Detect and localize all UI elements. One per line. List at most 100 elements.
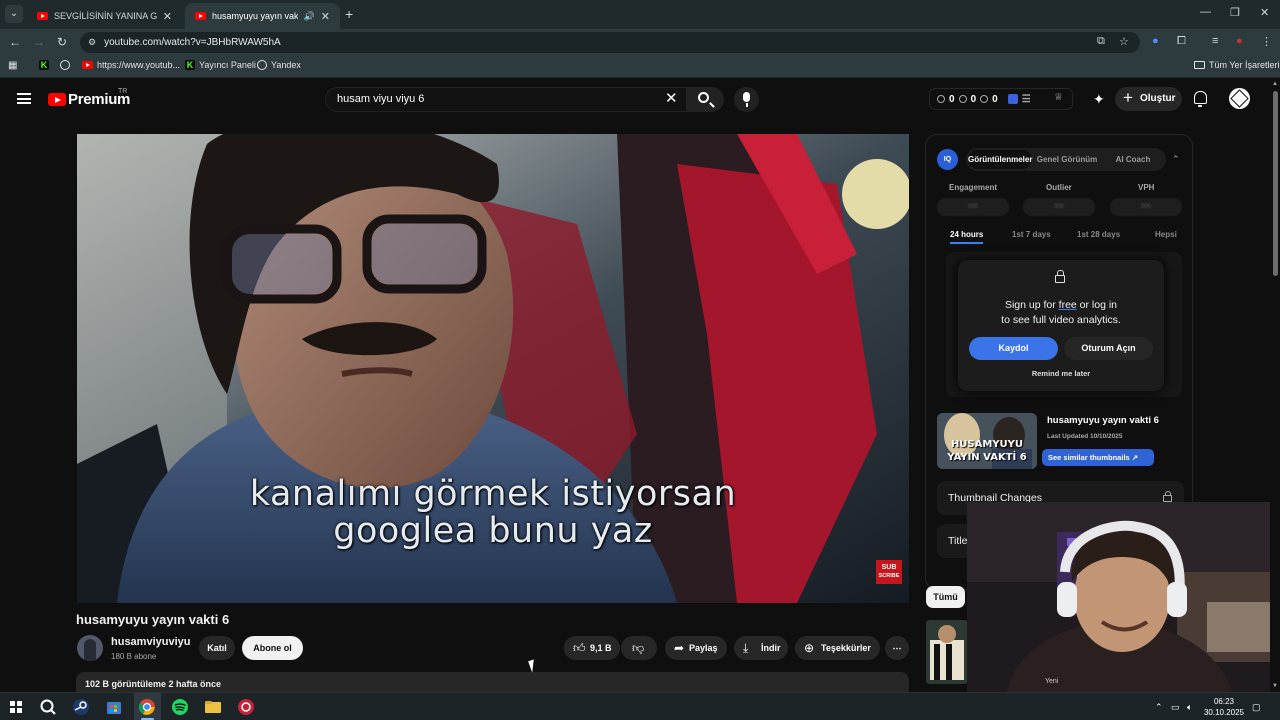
login-button[interactable]: Oturum Açın (1064, 337, 1153, 360)
youtube-logo-icon[interactable] (48, 93, 66, 106)
range-24-hours[interactable]: 24 hours (950, 230, 984, 244)
tab-ai-coach[interactable]: AI Coach (1102, 148, 1164, 171)
search-input[interactable]: husam viyu viyu 6 (325, 87, 687, 112)
video-player[interactable]: kanalımı görmek istiyorsan googlea bunu … (77, 134, 909, 603)
install-app-icon[interactable]: ⧉ (1097, 35, 1105, 48)
media-control-icon[interactable]: ≡ (1212, 35, 1218, 47)
voice-search-button[interactable] (734, 87, 759, 112)
minimize-icon[interactable]: — (1200, 6, 1211, 18)
video-title: husamyuyu yayın vakti 6 (76, 612, 230, 627)
url-bar[interactable]: ⚙ youtube.com/watch?v=JBHbRWAW5hA (80, 32, 1140, 53)
recommended-video-thumbnail[interactable] (926, 620, 968, 684)
extension-icon[interactable]: ● (1152, 35, 1159, 47)
clear-search-icon[interactable]: ✕ (665, 91, 678, 106)
tab-1[interactable]: SEVGİLİSİNİN YANINA GİDEN R ✕ (27, 3, 182, 29)
reload-icon[interactable]: ↻ (57, 35, 67, 49)
tab-close-icon[interactable]: ✕ (321, 10, 330, 23)
extensions-puzzle-icon[interactable]: ⧠ (1177, 35, 1186, 48)
range-7-days[interactable]: 1st 7 days (1012, 230, 1051, 239)
bookmark-yandex[interactable]: Yandex (257, 60, 301, 70)
all-bookmarks[interactable]: Tüm Yer İşaretleri (1194, 60, 1280, 70)
lock-icon (1055, 270, 1065, 283)
forward-icon[interactable]: → (33, 35, 45, 49)
metric-value-engagement: 000 (937, 198, 1009, 216)
restore-icon[interactable]: ❐ (1230, 6, 1240, 19)
share-button[interactable]: ➦ Paylaş (665, 636, 727, 660)
trophy-icon[interactable]: ♕ (1054, 92, 1063, 103)
tab-close-icon[interactable]: ✕ (163, 10, 172, 23)
bookmark-kick[interactable]: K (39, 60, 49, 70)
youtube-favicon-icon (37, 12, 48, 20)
thumbnail-text: HUSAMYUYU YAYIN VAKTİ 6 (947, 439, 1027, 463)
bookmark-youtube[interactable]: https://www.youtub... (82, 60, 180, 70)
account-avatar[interactable] (1229, 88, 1250, 109)
see-similar-thumbnails-button[interactable]: See similar thumbnails ↗ (1042, 449, 1154, 466)
tab-overview[interactable]: Genel Görünüm (1034, 148, 1100, 171)
scroll-down-icon[interactable]: ▼ (1272, 683, 1278, 689)
dislike-button[interactable]: 👎︎ (621, 636, 657, 660)
description-box[interactable]: 102 B görüntüleme 2 hafta önce (76, 672, 909, 692)
bookmark-globe[interactable] (60, 60, 70, 70)
spotify-icon[interactable] (171, 698, 189, 716)
scrollbar-thumb[interactable] (1273, 91, 1278, 276)
menu-dots-icon[interactable]: ⋮ (1261, 35, 1272, 48)
windows-start-icon[interactable] (10, 701, 22, 713)
create-button[interactable]: Oluştur (1115, 86, 1182, 111)
search-button[interactable] (686, 87, 724, 112)
notification-center-icon[interactable]: ▢ (1252, 702, 1261, 713)
steam-icon[interactable] (72, 698, 90, 716)
back-icon[interactable]: ← (9, 35, 21, 49)
chrome-icon[interactable] (138, 698, 156, 716)
range-all[interactable]: Hepsi (1155, 230, 1177, 239)
extension-badge-icon (1007, 94, 1018, 104)
apps-grid-icon[interactable]: ▦ (8, 60, 17, 71)
download-button[interactable]: ⤓ İndir (734, 636, 788, 660)
tab-title: SEVGİLİSİNİN YANINA GİDEN R (54, 11, 157, 21)
join-button[interactable]: Katıl (199, 636, 235, 660)
new-tab-icon[interactable]: + (345, 6, 353, 22)
sub-badge-line2: SCRIBE (878, 573, 900, 579)
more-actions-icon[interactable]: ⋯ (885, 636, 909, 660)
bookmark-yayinci-paneli[interactable]: K Yayıncı Paneli (185, 60, 256, 70)
webcam-overlay: Yeni (967, 502, 1280, 692)
bookmark-star-icon[interactable]: ☆ (1119, 35, 1129, 48)
url-text: youtube.com/watch?v=JBHbRWAW5hA (104, 37, 281, 48)
page-scrollbar[interactable]: ▲ ▼ (1270, 79, 1280, 692)
remind-later-link[interactable]: Remind me later (958, 369, 1164, 378)
thanks-button[interactable]: ⊕ Teşekkürler (795, 636, 880, 660)
bookmark-label: Yandex (271, 60, 301, 70)
tab-audio-icon[interactable]: 🔊 (304, 11, 315, 22)
tab-search-button[interactable]: ⌄ (5, 5, 23, 23)
app-icon[interactable] (237, 698, 255, 716)
network-icon[interactable]: ▭ (1171, 702, 1180, 713)
notifications-bell-icon[interactable] (1194, 91, 1207, 107)
like-button[interactable]: 👍︎ 9,1 B (564, 636, 620, 660)
channel-avatar[interactable] (77, 635, 103, 661)
tray-chevron-icon[interactable]: ⌃ (1155, 702, 1163, 713)
puzzle-icon[interactable]: ✦ (1093, 91, 1105, 108)
volume-icon[interactable]: 🔈︎ (1187, 702, 1192, 713)
range-28-days[interactable]: 1st 28 days (1077, 230, 1120, 239)
scroll-up-icon[interactable]: ▲ (1272, 81, 1278, 87)
collapse-chevron-icon[interactable]: ⌃ (1172, 154, 1180, 165)
channel-name[interactable]: husamviyuviyu (111, 636, 190, 648)
prompt-text: Sign up for (1004, 299, 1059, 311)
signup-button[interactable]: Kaydol (969, 337, 1058, 360)
video-thumbnail[interactable]: HUSAMYUYU YAYIN VAKTİ 6 (937, 413, 1037, 469)
subscribe-watermark[interactable]: SUB SCRIBE (876, 560, 902, 584)
store-icon[interactable] (105, 698, 123, 716)
chip-all[interactable]: Tümü (926, 586, 965, 608)
tab-views[interactable]: Görüntülenmeler (968, 150, 1032, 169)
menu-hamburger-icon[interactable] (17, 93, 31, 104)
search-icon[interactable] (39, 698, 57, 716)
extension-stats[interactable]: 0 0 0 ☰ (929, 88, 1073, 110)
close-window-icon[interactable]: ✕ (1260, 6, 1269, 19)
profile-icon[interactable]: ● (1236, 35, 1243, 47)
system-clock[interactable]: 06:23 30.10.2025 (1200, 696, 1248, 718)
subscribe-button[interactable]: Abone ol (242, 636, 303, 660)
mouse-cursor-icon (528, 659, 538, 673)
site-info-icon[interactable]: ⚙ (88, 37, 96, 48)
free-link[interactable]: free (1059, 299, 1077, 311)
tab-2[interactable]: husamyuyu yayın vakti 6 - Y 🔊 ✕ (185, 3, 340, 29)
file-explorer-icon[interactable] (204, 698, 222, 716)
